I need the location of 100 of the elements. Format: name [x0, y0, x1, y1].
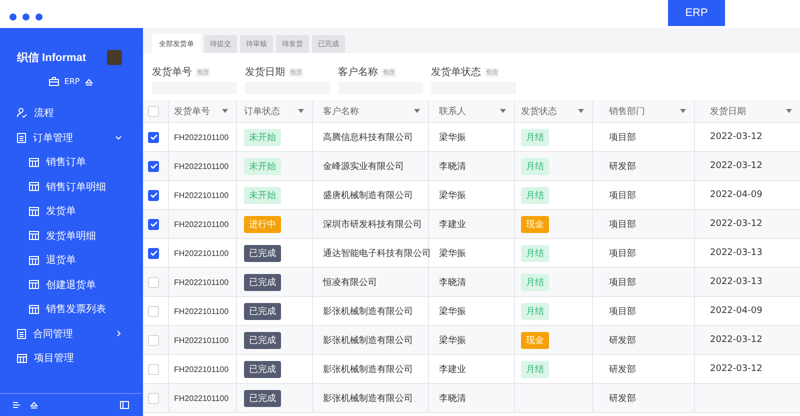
filter-label: 发货单号: [152, 66, 192, 79]
table-cell-text: 研发部: [609, 364, 636, 376]
column-header[interactable]: 发货日期: [710, 104, 746, 118]
table-cell-text: 项目部: [609, 132, 636, 144]
column-header[interactable]: 订单状态: [244, 104, 280, 118]
panel-icon[interactable]: [120, 401, 129, 409]
row-checkbox[interactable]: [148, 160, 159, 172]
nav-subitem[interactable]: 销售订单明细: [0, 174, 142, 199]
status-tag: 未开始: [244, 128, 281, 146]
payment-tag: 月结: [521, 128, 549, 146]
document-icon: [17, 132, 26, 143]
dropdown-caret-icon[interactable]: [500, 109, 506, 113]
switch-icon[interactable]: [84, 78, 93, 86]
table-icon: [29, 304, 39, 314]
status-tag: 已完成: [244, 274, 281, 290]
status-tag: 已完成: [244, 302, 281, 320]
column-header[interactable]: 客户名称: [323, 104, 359, 118]
payment-tag: 月结: [521, 360, 549, 378]
status-tag: 未开始: [244, 186, 281, 204]
payment-tag: 月结: [521, 274, 549, 290]
filter-label: 客户名称: [338, 66, 378, 79]
table-cell: 2022-03-12: [710, 335, 762, 345]
status-tag: 进行中: [244, 216, 281, 232]
table-icon: [17, 354, 27, 363]
column-header[interactable]: 联系人: [439, 104, 466, 118]
brand-logo-text: 织信 Informat: [17, 51, 86, 65]
table-cell-text: 研发部: [609, 392, 636, 404]
nav-subitem[interactable]: 发货单: [0, 199, 142, 224]
collapse-menu-icon[interactable]: [13, 402, 21, 408]
table-cell: FH2022101100: [174, 364, 229, 374]
dropdown-caret-icon[interactable]: [786, 109, 792, 113]
payment-tag: 现金: [521, 332, 549, 348]
table-icon: [29, 231, 39, 240]
row-checkbox[interactable]: [148, 190, 159, 200]
table-cell-text: 影张机械制造有限公司: [323, 364, 413, 376]
row-checkbox[interactable]: [148, 218, 159, 230]
payment-tag: 月结: [521, 158, 549, 174]
status-tag: 未开始: [244, 158, 281, 174]
column-header[interactable]: 发货单号: [174, 104, 210, 118]
nav-item[interactable]: 项目管理: [0, 346, 142, 370]
table-cell-text: 梁华振: [439, 190, 466, 202]
table-cell-text: 研发部: [609, 160, 636, 172]
table-cell: 2022-03-13: [710, 277, 762, 287]
nav-item[interactable]: 流程: [0, 101, 142, 126]
dropdown-caret-icon[interactable]: [222, 109, 228, 113]
table-cell-text: 项目部: [609, 218, 636, 230]
column-header[interactable]: 发货状态: [521, 104, 557, 118]
table-cell-text: 梁华振: [439, 132, 466, 144]
dropdown-caret-icon[interactable]: [578, 109, 584, 113]
table-cell: 2022-03-12: [710, 161, 762, 171]
row-checkbox[interactable]: [148, 248, 159, 258]
table-cell: 2022-04-09: [710, 306, 762, 316]
table-cell: FH2022101100: [174, 162, 229, 170]
erp-badge: ERP: [668, 0, 725, 26]
nav-subitem[interactable]: 销售订单: [0, 150, 142, 174]
user-flow-icon: [17, 108, 27, 118]
table-cell: 2022-03-12: [710, 364, 762, 374]
table-cell: FH2022101100: [174, 248, 229, 258]
table-cell: 2022-03-13: [710, 248, 762, 258]
eject-icon[interactable]: [30, 401, 38, 409]
table-cell: 2022-03-12: [710, 132, 762, 142]
dropdown-caret-icon[interactable]: [298, 109, 304, 113]
table-cell-text: 深圳市研发科技有限公司: [323, 218, 422, 230]
table-cell-text: 影张机械制造有限公司: [323, 392, 413, 404]
dropdown-caret-icon[interactable]: [414, 109, 420, 113]
column-header[interactable]: 销售部门: [609, 104, 645, 118]
table-cell-text: 项目部: [609, 190, 636, 202]
table-cell-text: 项目部: [609, 248, 636, 260]
payment-tag: 月结: [521, 244, 549, 262]
photo-placeholder: [107, 50, 122, 65]
table-cell: FH2022101100: [174, 394, 229, 402]
payment-tag: 月结: [521, 186, 549, 204]
table-cell-text: 李建业: [439, 364, 466, 376]
nav-subitem[interactable]: 创建退货单: [0, 272, 142, 297]
nav-item[interactable]: 合同管理: [0, 322, 142, 346]
table-cell-text: 影张机械制造有限公司: [323, 334, 413, 346]
table-cell-text: 李晓清: [439, 392, 466, 404]
document-icon: [17, 328, 26, 339]
table-cell: FH2022101100: [174, 306, 229, 316]
table-cell: FH2022101100: [174, 132, 229, 142]
row-checkbox[interactable]: [148, 132, 159, 142]
app-name: ERP: [64, 77, 80, 86]
nav-subitem[interactable]: 销售发票列表: [0, 297, 142, 322]
status-tag: 已完成: [244, 390, 281, 406]
payment-tag: 月结: [521, 302, 549, 320]
dropdown-caret-icon[interactable]: [680, 109, 686, 113]
table-cell-text: 盛唐机械制造有限公司: [323, 190, 413, 202]
table-cell-text: 高腾信息科技有限公司: [323, 132, 413, 144]
table-cell: FH2022101100: [174, 220, 229, 228]
nav-subitem[interactable]: 退货单: [0, 248, 142, 272]
table-cell-text: 研发部: [609, 334, 636, 346]
nav-item[interactable]: 订单管理: [0, 126, 142, 150]
select-all-checkbox[interactable]: [148, 106, 159, 116]
table-cell: 2022-04-09: [710, 190, 762, 200]
table-icon: [29, 182, 39, 192]
nav-subitem[interactable]: 发货单明细: [0, 224, 142, 248]
table-cell-text: 李晓清: [439, 160, 466, 172]
status-tag: 已完成: [244, 332, 281, 348]
table-cell: FH2022101100: [174, 336, 229, 344]
status-tag: 已完成: [244, 244, 281, 262]
